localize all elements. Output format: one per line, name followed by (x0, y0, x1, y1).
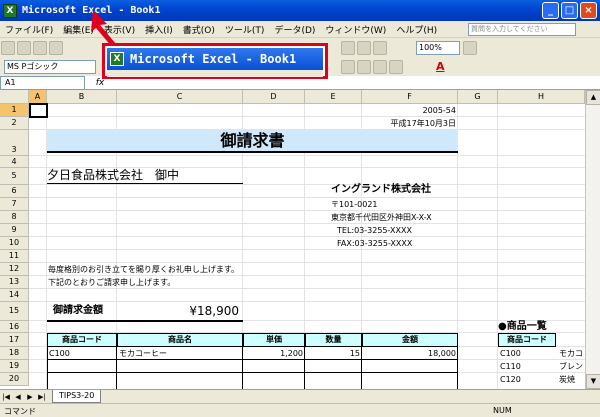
callout-title: Microsoft Excel - Book1 (130, 52, 297, 66)
title-bar-callout: X Microsoft Excel - Book1 (102, 43, 328, 79)
callout-excel-icon: X (110, 52, 124, 66)
